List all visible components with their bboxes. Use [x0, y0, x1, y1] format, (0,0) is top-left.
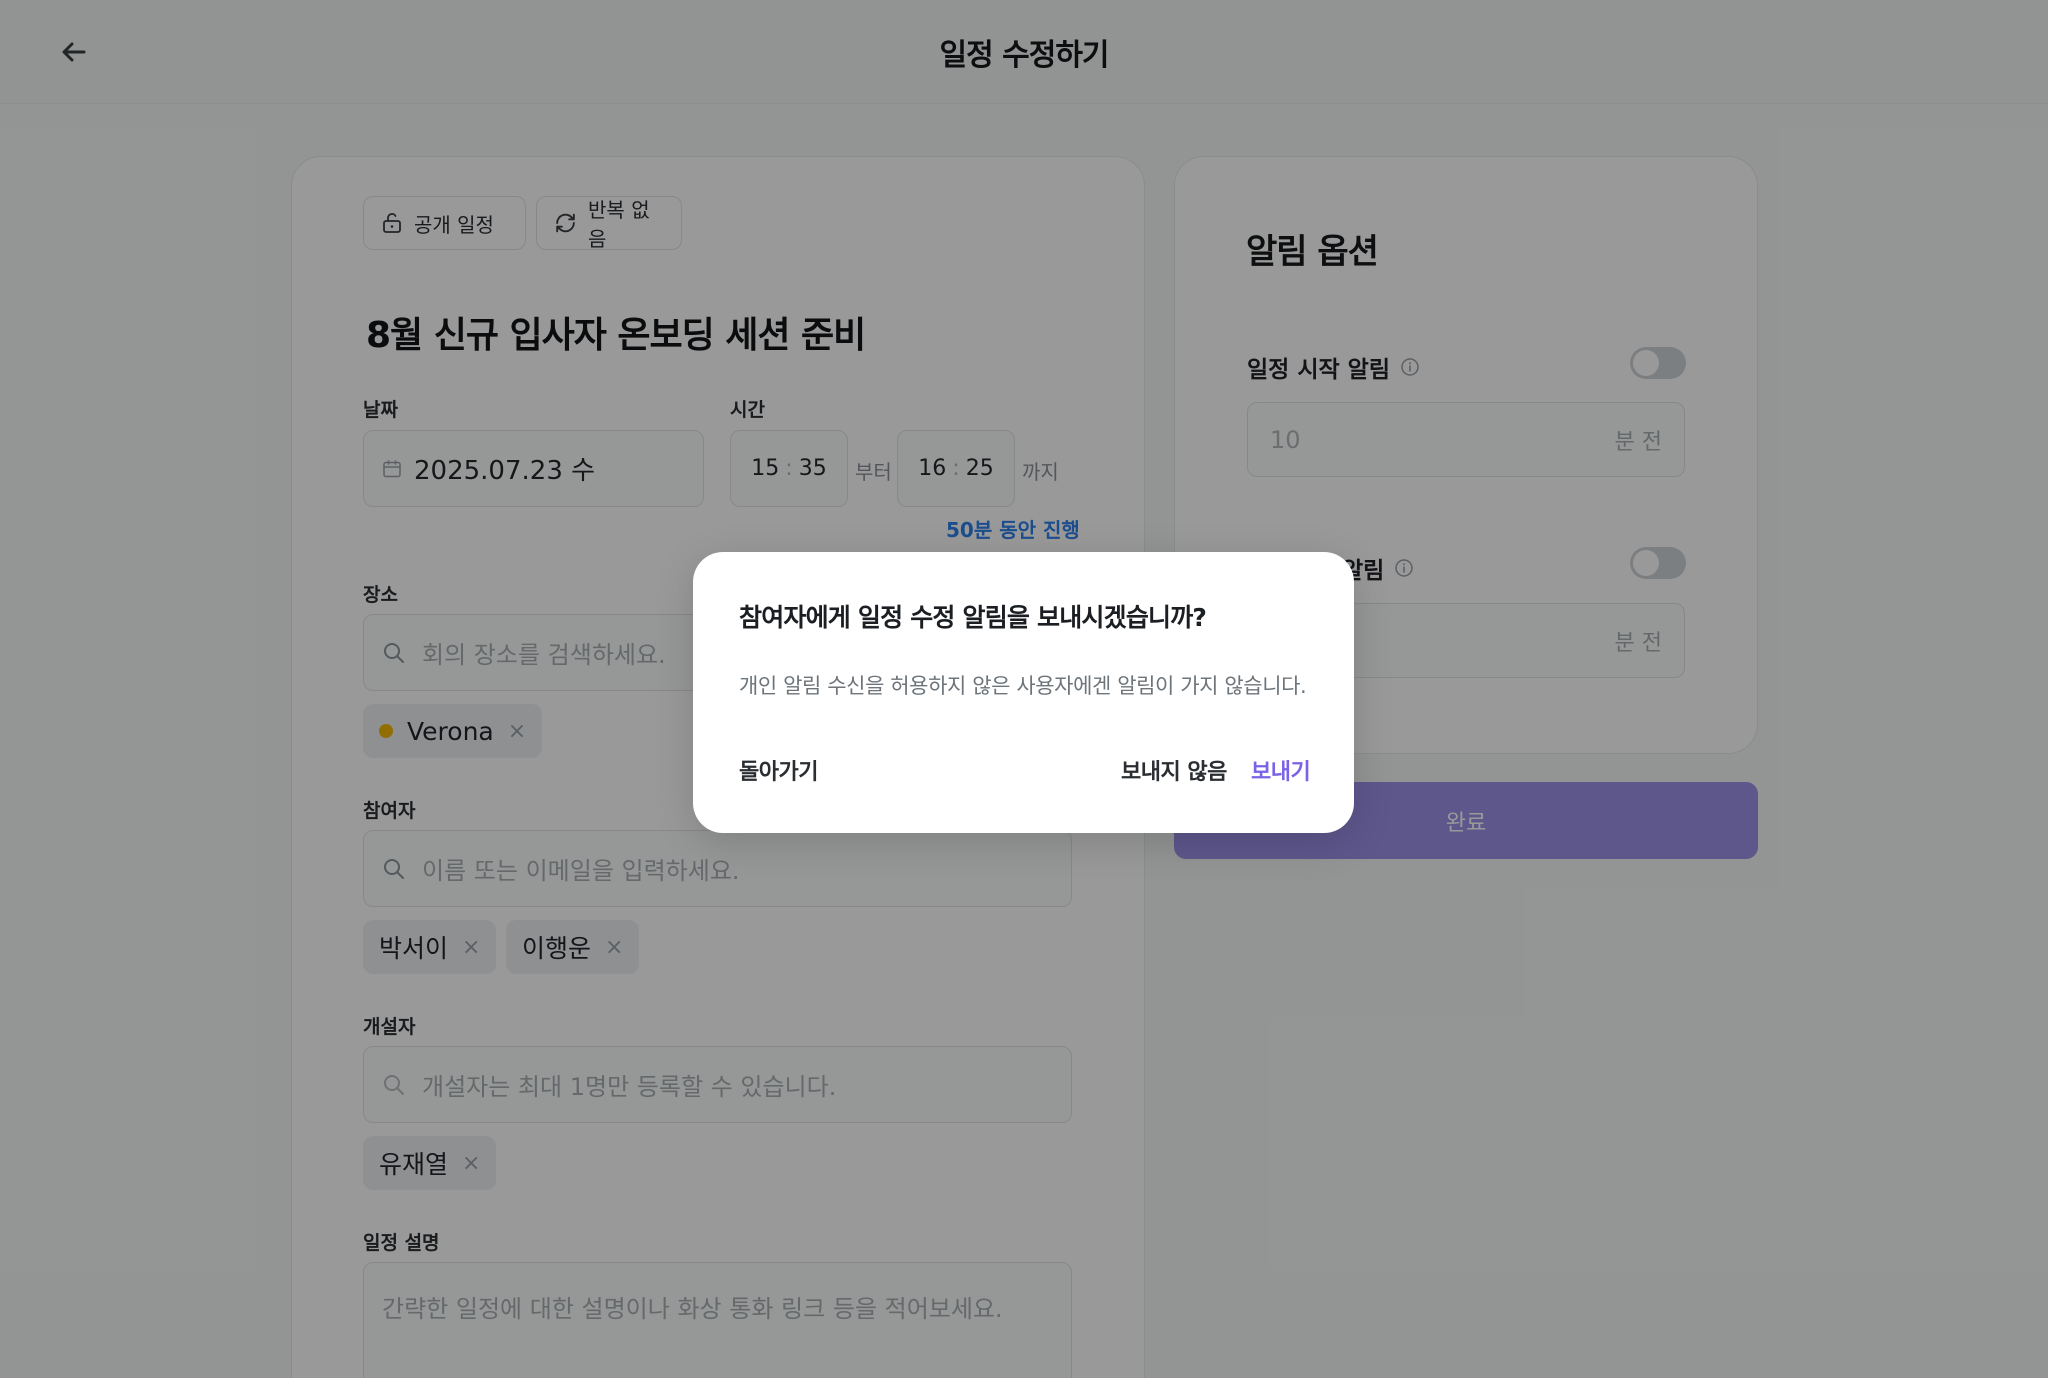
go-back-button[interactable]: 돌아가기: [739, 754, 818, 786]
dialog-description: 개인 알림 수신을 허용하지 않은 사용자에겐 알림이 가지 않습니다.: [739, 674, 1307, 698]
dialog-title: 참여자에게 일정 수정 알림을 보내시겠습니까?: [739, 603, 1207, 632]
notify-participants-dialog: 참여자에게 일정 수정 알림을 보내시겠습니까? 개인 알림 수신을 허용하지 …: [693, 552, 1354, 833]
dont-send-button[interactable]: 보내지 않음: [1121, 754, 1227, 786]
send-button[interactable]: 보내기: [1251, 754, 1311, 786]
